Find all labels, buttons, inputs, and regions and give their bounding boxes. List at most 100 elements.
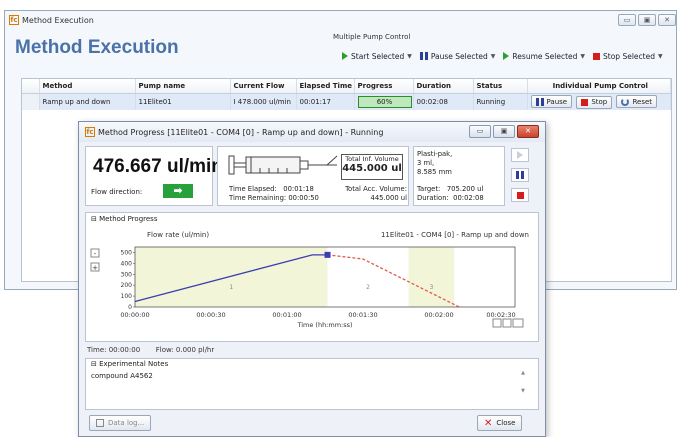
x-tick-label: 00:02:30 — [486, 311, 515, 319]
flow-rate-chart: Flow rate (ul/min) 11Elite01 - COM4 [0] -… — [90, 231, 529, 329]
column-header-method[interactable]: Method — [39, 79, 136, 94]
target-info: Target: 705.200 ul Duration: 00:02:08 — [417, 185, 484, 203]
reset-button[interactable]: Reset — [616, 95, 658, 108]
cell-duration: 00:02:08 — [413, 93, 474, 110]
method-progress-dialog: fc Method Progress [11Elite01 - COM4 [0]… — [78, 121, 546, 437]
current-position-marker — [324, 251, 331, 258]
notes-label: Experimental Notes — [99, 360, 169, 368]
table-row[interactable]: Ramp up and down 11Elite01 I 478.000 ul/… — [22, 93, 671, 110]
column-header-duration[interactable]: Duration — [413, 79, 474, 94]
dialog-close-button[interactable]: ✕ — [517, 125, 539, 138]
reset-icon — [621, 97, 630, 106]
current-flow-value: 476.667 ul/min — [93, 156, 223, 177]
dialog-minimize-button[interactable]: ▭ — [469, 125, 491, 138]
pause-icon — [535, 97, 544, 106]
collapse-icon[interactable]: ⊟ — [91, 360, 97, 368]
chevron-down-icon: ▼ — [657, 52, 663, 60]
column-header-individual-pump-control[interactable]: Individual Pump Control — [527, 79, 671, 94]
cell-pump-name: 11Elite01 — [135, 93, 231, 110]
resume-selected-button[interactable]: Resume Selected ▼ — [501, 49, 587, 63]
time-remaining-value: 00:00:50 — [288, 194, 319, 202]
dialog-maximize-button[interactable]: ▣ — [493, 125, 515, 138]
zoom-out-x-button — [492, 318, 502, 328]
pause-icon — [516, 171, 524, 179]
duration-label: Duration: — [417, 194, 449, 202]
time-elapsed-value: 00:01:18 — [283, 185, 314, 193]
close-button[interactable]: ✕ — [658, 14, 676, 26]
method-progress-header: ⊟ Method Progress — [91, 215, 157, 223]
accumulated-volume: Total Acc. Volume: 445.000 ul — [335, 185, 407, 203]
dialog-start-button[interactable] — [511, 148, 529, 162]
cell-elapsed-time: 00:01:17 — [296, 93, 355, 110]
time-remaining-label: Time Remaining: — [229, 194, 287, 202]
cell-method: Ramp up and down — [39, 93, 136, 110]
close-dialog-button[interactable]: ✕ Close — [477, 415, 523, 431]
start-selected-button[interactable]: Start Selected ▼ — [340, 49, 414, 63]
status-flow: Flow: 0.000 pl/hr — [155, 346, 215, 354]
total-acc-volume-value: 445.000 ul — [370, 194, 407, 202]
x-axis-label: Time (hh:mm:ss) — [296, 321, 352, 329]
column-header-status[interactable]: Status — [473, 79, 528, 94]
dialog-pause-button[interactable] — [511, 168, 529, 182]
cell-current-flow: I 478.000 ul/min — [230, 93, 297, 110]
minimize-button[interactable]: ▭ — [618, 14, 636, 26]
x-tick-label: 00:01:00 — [272, 311, 301, 319]
row-selector-header — [22, 79, 40, 94]
multi-pump-toolbar: Start Selected ▼ Pause Selected ▼ Resume S… — [340, 49, 665, 63]
stop-selected-button[interactable]: Stop Selected ▼ — [591, 49, 665, 63]
syringe-diameter: 8.585 mm — [417, 168, 452, 176]
window-title: Method Execution — [22, 15, 94, 25]
stop-icon — [593, 52, 601, 60]
app-icon: fc — [85, 127, 95, 137]
flow-direction-arrow-icon: ➡ — [163, 184, 193, 198]
column-header-elapsed-time[interactable]: Elapsed Time — [296, 79, 355, 94]
status-line: Time: 00:00:00 Flow: 0.000 pl/hr — [87, 346, 214, 354]
dialog-window-controls: ▭ ▣ ✕ — [469, 125, 539, 138]
cell-individual-controls: Pause Stop Reset — [527, 93, 671, 110]
chart-title-left: Flow rate (ul/min) — [147, 231, 209, 239]
pause-button[interactable]: Pause — [530, 95, 573, 108]
data-log-button[interactable]: Data log... — [89, 415, 152, 431]
stop-button[interactable]: Stop — [576, 95, 613, 109]
pause-icon — [419, 52, 428, 60]
play-icon — [503, 52, 510, 60]
fit-view-button — [512, 318, 524, 328]
status-time: Time: 00:00:00 — [87, 346, 141, 354]
y-tick-label: 200 — [121, 282, 133, 289]
dialog-title: Method Progress [11Elite01 - COM4 [0] - … — [98, 127, 384, 137]
plus-icon: + — [92, 264, 98, 272]
total-inf-volume-label: Total Inf. Volume — [345, 155, 399, 163]
dialog-stop-button[interactable] — [511, 188, 529, 202]
syringe-type: Plasti-pak, — [417, 150, 453, 158]
main-titlebar: fc Method Execution — [5, 11, 676, 29]
time-elapsed-label: Time Elapsed: — [229, 185, 277, 193]
collapse-icon[interactable]: ⊟ — [91, 215, 97, 223]
notes-textarea[interactable]: compound A4562 — [89, 370, 515, 406]
window-controls: ▭ ▣ ✕ — [618, 14, 676, 26]
notes-scrollbar[interactable]: ▲ ▼ — [517, 370, 529, 406]
y-tick-label: 500 — [121, 249, 133, 256]
column-header-pump-name[interactable]: Pump name — [135, 79, 231, 94]
column-header-current-flow[interactable]: Current Flow — [230, 79, 297, 94]
x-tick-label: 00:01:30 — [348, 311, 377, 319]
cell-progress: 60% — [354, 93, 414, 110]
pause-selected-button[interactable]: Pause Selected ▼ — [418, 49, 498, 63]
maximize-button[interactable]: ▣ — [638, 14, 656, 26]
chart-title-right: 11Elite01 - COM4 [0] - Ramp up and down — [381, 231, 529, 239]
x-tick-label: 00:02:00 — [424, 311, 453, 319]
x-tick-label: 00:00:30 — [196, 311, 225, 319]
multiple-pump-control-label: Multiple Pump Control — [333, 33, 411, 41]
phase-label: 2 — [366, 284, 370, 291]
chevron-down-icon: ▼ — [490, 52, 496, 60]
column-header-progress[interactable]: Progress — [354, 79, 414, 94]
x-tick-label: 00:00:00 — [120, 311, 149, 319]
syringe-volume: 3 ml, — [417, 159, 435, 167]
disk-icon — [96, 419, 104, 427]
row-selector[interactable] — [22, 93, 40, 110]
play-icon — [517, 151, 523, 159]
chevron-down-icon: ▼ — [407, 52, 412, 60]
table-header-row: Method Pump name Current Flow Elapsed Ti… — [22, 79, 671, 94]
phase-3-region — [408, 247, 455, 307]
phase-label: 3 — [429, 284, 433, 291]
y-tick-label: 300 — [121, 271, 133, 278]
